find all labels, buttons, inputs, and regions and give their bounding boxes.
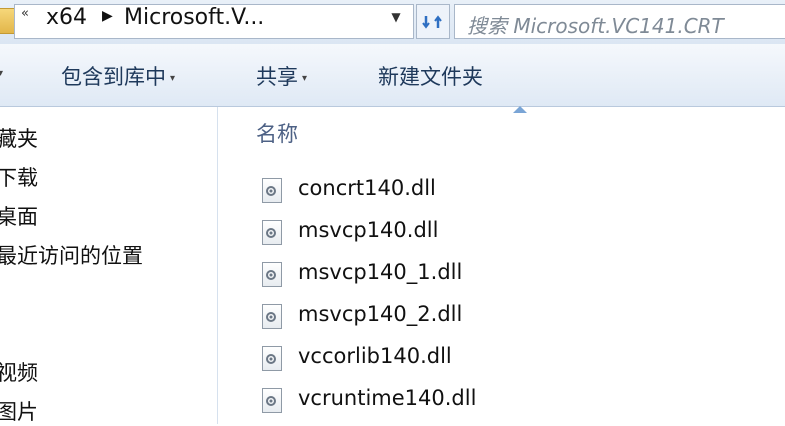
refresh-button[interactable] — [416, 4, 450, 39]
file-name: vccorlib140.dll — [298, 344, 452, 368]
refresh-icon — [422, 15, 442, 29]
file-row[interactable]: msvcp140_2.dll — [262, 300, 662, 334]
file-row[interactable]: concrt140.dll — [262, 174, 662, 208]
chevron-down-icon: ▾ — [170, 72, 176, 84]
share-label: 共享 — [256, 65, 298, 89]
include-in-library-label: 包含到库中 — [61, 65, 166, 89]
nav-item-favorites[interactable]: 藏夹 — [0, 123, 38, 153]
search-placeholder: 搜索 Microsoft.VC141.CRT — [467, 14, 724, 38]
file-row[interactable]: msvcp140.dll — [262, 216, 662, 250]
nav-item-pictures[interactable]: 图片 — [0, 396, 38, 426]
toolbar-overflow-arrow-icon[interactable]: ▾ — [0, 68, 3, 79]
dll-file-icon — [262, 388, 282, 413]
breadcrumb-separator-icon[interactable]: ▶ — [102, 8, 113, 24]
file-row[interactable]: vccorlib140.dll — [262, 342, 662, 376]
dll-file-icon — [262, 178, 282, 203]
file-row[interactable]: msvcp140_1.dll — [262, 258, 662, 292]
file-name: vcruntime140.dll — [298, 386, 477, 410]
dll-file-icon — [262, 262, 282, 287]
sort-ascending-icon — [513, 106, 527, 113]
dll-file-icon — [262, 304, 282, 329]
address-history-dropdown[interactable]: ▼ — [379, 3, 413, 31]
file-name: msvcp140_2.dll — [298, 302, 463, 326]
chevron-down-icon: ▾ — [302, 72, 308, 84]
column-header-name[interactable]: 名称 — [256, 118, 298, 148]
new-folder-button[interactable]: 新建文件夹 — [378, 61, 483, 91]
search-input[interactable]: 搜索 Microsoft.VC141.CRT — [454, 4, 785, 39]
breadcrumb-current-folder[interactable]: Microsoft.V... — [124, 5, 264, 30]
breadcrumb-overflow-chevron[interactable]: « — [21, 6, 29, 21]
file-name: concrt140.dll — [298, 176, 436, 200]
nav-item-videos[interactable]: 视频 — [0, 357, 38, 387]
file-row[interactable]: vcruntime140.dll — [262, 384, 662, 418]
nav-item-desktop[interactable]: 桌面 — [0, 201, 38, 231]
nav-item-recent-places[interactable]: 最近访问的位置 — [0, 240, 143, 270]
file-name: msvcp140_1.dll — [298, 260, 463, 284]
dll-file-icon — [262, 220, 282, 245]
dll-file-icon — [262, 346, 282, 371]
nav-item-downloads[interactable]: 下载 — [0, 162, 38, 192]
breadcrumb-x64[interactable]: x64 — [46, 5, 87, 30]
file-name: msvcp140.dll — [298, 218, 439, 242]
include-in-library-button[interactable]: 包含到库中 ▾ — [61, 61, 175, 91]
command-toolbar: ▾ 包含到库中 ▾ 共享 ▾ 新建文件夹 — [0, 44, 785, 107]
address-row: « x64 ▶ Microsoft.V... ▼ 搜索 Microsoft.VC… — [0, 0, 785, 44]
navigation-pane: 藏夹 下载 桌面 最近访问的位置 视频 图片 — [0, 107, 218, 424]
share-button[interactable]: 共享 ▾ — [256, 61, 307, 91]
